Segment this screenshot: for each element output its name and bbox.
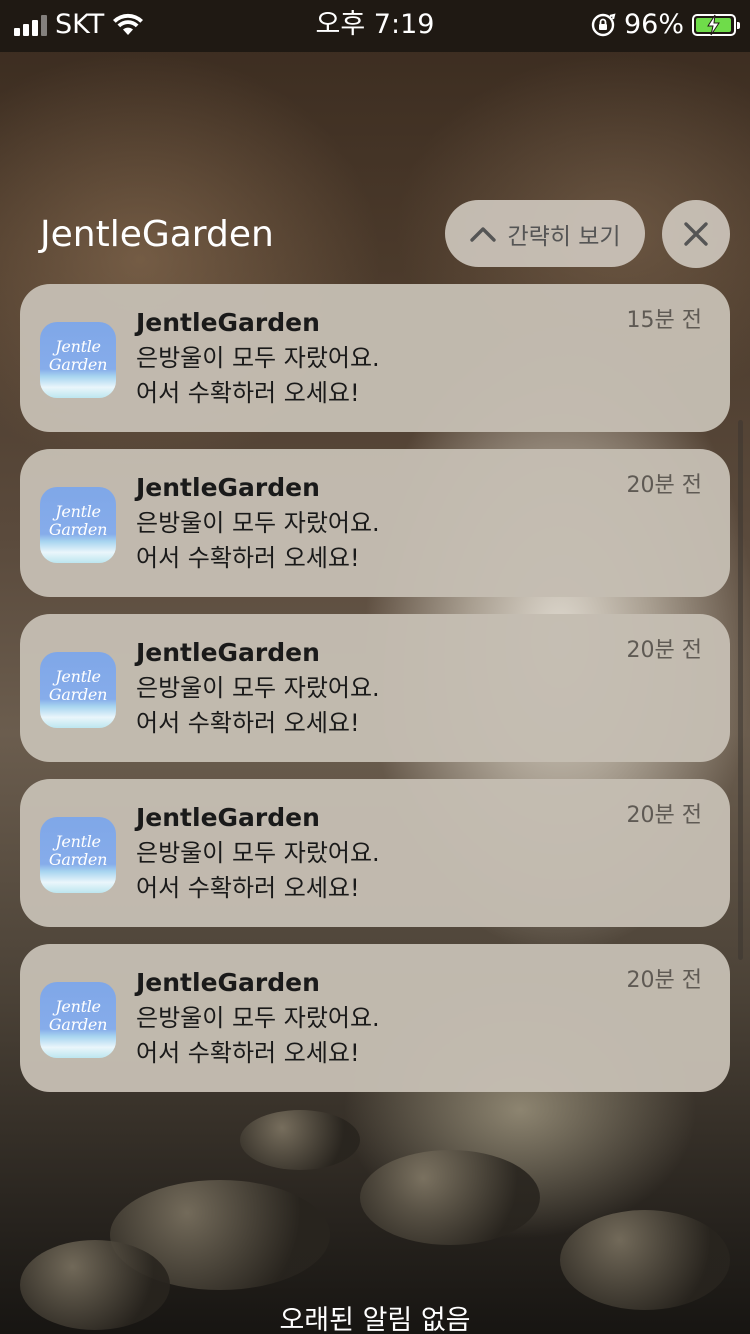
status-bar-right: 96% [590, 8, 740, 42]
app-icon: Jentle Garden [40, 322, 116, 398]
notification-list: Jentle Garden JentleGarden 15분 전 은방울이 모두 … [20, 284, 730, 1109]
notification-message-line: 어서 수확하러 오세요! [136, 379, 360, 407]
app-logo-text: Jentle Garden [48, 667, 108, 704]
notification-group-title: JentleGarden [40, 214, 274, 255]
status-bar: SKT 오후 7:19 96% [0, 0, 750, 52]
close-icon [684, 222, 708, 246]
notification-card[interactable]: Jentle Garden JentleGarden 20분 전 은방울이 모두 … [20, 449, 730, 597]
notification-message-line: 은방울이 모두 자랐어요. [136, 839, 380, 867]
notification-message-line: 은방울이 모두 자랐어요. [136, 674, 380, 702]
app-icon: Jentle Garden [40, 817, 116, 893]
app-logo-text: Jentle Garden [48, 832, 108, 869]
scroll-indicator[interactable] [738, 420, 743, 960]
lock-screen: SKT 오후 7:19 96% JentleGarden 간략히 보기 Jent… [0, 0, 750, 1334]
show-less-label: 간략히 보기 [507, 223, 621, 250]
notification-message-line: 어서 수확하러 오세요! [136, 709, 360, 737]
notification-time: 20분 전 [626, 638, 702, 663]
notification-message-line: 어서 수확하러 오세요! [136, 874, 360, 902]
app-icon: Jentle Garden [40, 487, 116, 563]
notification-app-name: JentleGarden [136, 473, 320, 502]
app-logo-text: Jentle Garden [48, 997, 108, 1034]
notification-time: 15분 전 [626, 308, 702, 333]
notification-time: 20분 전 [626, 968, 702, 993]
notification-message-line: 어서 수확하러 오세요! [136, 1039, 360, 1067]
app-icon: Jentle Garden [40, 652, 116, 728]
notification-card[interactable]: Jentle Garden JentleGarden 20분 전 은방울이 모두 … [20, 614, 730, 762]
notification-message-line: 은방울이 모두 자랐어요. [136, 344, 380, 372]
battery-percent: 96% [623, 9, 684, 40]
charging-bolt-icon [707, 14, 720, 36]
app-logo-text: Jentle Garden [48, 502, 108, 539]
chevron-up-icon [470, 226, 497, 242]
show-less-button[interactable]: 간략히 보기 [445, 200, 645, 267]
app-icon: Jentle Garden [40, 982, 116, 1058]
orientation-lock-icon [591, 13, 616, 37]
notification-message-line: 은방울이 모두 자랐어요. [136, 509, 380, 537]
notification-time: 20분 전 [626, 473, 702, 498]
notification-card[interactable]: Jentle Garden JentleGarden 20분 전 은방울이 모두 … [20, 944, 730, 1092]
app-logo-text: Jentle Garden [48, 337, 108, 374]
wallpaper-rock [240, 1110, 360, 1170]
notification-app-name: JentleGarden [136, 308, 320, 337]
notification-message-line: 은방울이 모두 자랐어요. [136, 1004, 380, 1032]
no-older-notifications-label: 오래된 알림 없음 [279, 1305, 471, 1334]
notification-app-name: JentleGarden [136, 638, 320, 667]
battery-cap [737, 22, 740, 29]
wallpaper-rock [560, 1210, 730, 1310]
notification-card[interactable]: Jentle Garden JentleGarden 15분 전 은방울이 모두 … [20, 284, 730, 432]
wallpaper-rock [360, 1150, 540, 1245]
clear-notifications-button[interactable] [662, 200, 730, 268]
notification-card[interactable]: Jentle Garden JentleGarden 20분 전 은방울이 모두 … [20, 779, 730, 927]
notification-app-name: JentleGarden [136, 803, 320, 832]
notification-app-name: JentleGarden [136, 968, 320, 997]
battery-charging-icon [692, 14, 740, 36]
notification-time: 20분 전 [626, 803, 702, 828]
notification-message-line: 어서 수확하러 오세요! [136, 544, 360, 572]
